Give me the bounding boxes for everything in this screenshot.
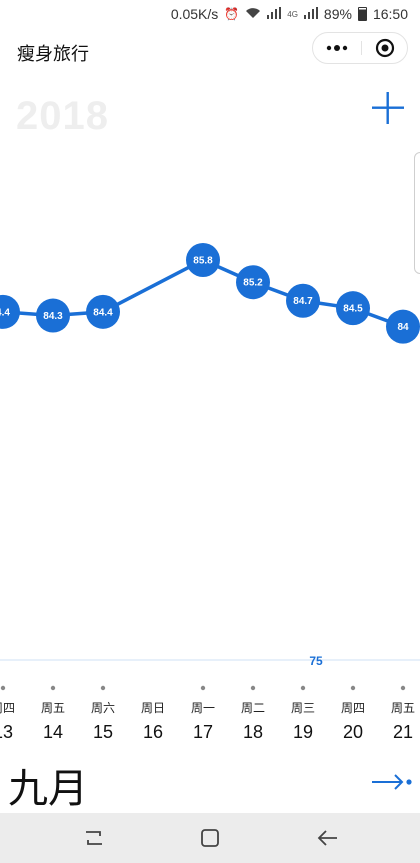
data-point-label: 4.4 [0,307,10,318]
data-point-label: 85.8 [193,256,213,267]
day-label[interactable]: 21 [393,722,413,742]
data-point-label: 85.2 [243,278,263,289]
recent-apps-icon [86,831,102,845]
axis-tick-dot [250,685,256,691]
weekday-label: 周六 [91,701,115,715]
day-label[interactable]: 18 [243,722,263,742]
weekday-label: 周五 [391,701,415,715]
home-icon [201,829,219,847]
weekday-label: 周一 [191,701,215,715]
weekday-label: 周二 [241,701,265,715]
data-point-label: 84.4 [93,307,113,318]
arrow-right-icon [372,774,412,790]
weekday-label: 周四 [0,701,15,715]
axis-tick-dot [100,685,106,691]
next-month-button[interactable] [368,766,416,798]
system-nav-bar [0,813,420,863]
data-point-label: 84 [397,322,409,333]
data-point-label: 84.7 [293,296,313,307]
axis-tick-dot [0,685,6,691]
back-button[interactable] [314,826,342,850]
data-point-label: 84.3 [43,311,63,322]
weekday-label: 周五 [41,701,65,715]
day-label[interactable]: 20 [343,722,363,742]
day-label[interactable]: 14 [43,722,63,742]
axis-tick-dot [350,685,356,691]
weekday-label: 周日 [141,701,165,715]
reference-line-label: 75 [309,654,323,668]
axis-tick-dot [400,685,406,691]
day-label[interactable]: 13 [0,722,13,742]
day-label[interactable]: 19 [293,722,313,742]
weekday-label: 周四 [341,701,365,715]
home-button[interactable] [196,826,224,850]
day-label[interactable]: 16 [143,722,163,742]
axis-tick-dot [200,685,206,691]
month-label: 九月 [8,767,88,811]
day-label[interactable]: 17 [193,722,213,742]
recent-apps-button[interactable] [80,826,108,850]
data-point-label: 84.5 [343,304,363,315]
weight-line-chart: 75 4.4 84.3 84.4 85.8 85.2 84.7 84.5 84 周四 13 周五 14 周… [0,243,420,742]
axis-tick-dot [300,685,306,691]
axis-tick-dot [50,685,56,691]
weekday-label: 周三 [291,701,315,715]
back-arrow-icon [317,830,337,846]
day-label[interactable]: 15 [93,722,113,742]
